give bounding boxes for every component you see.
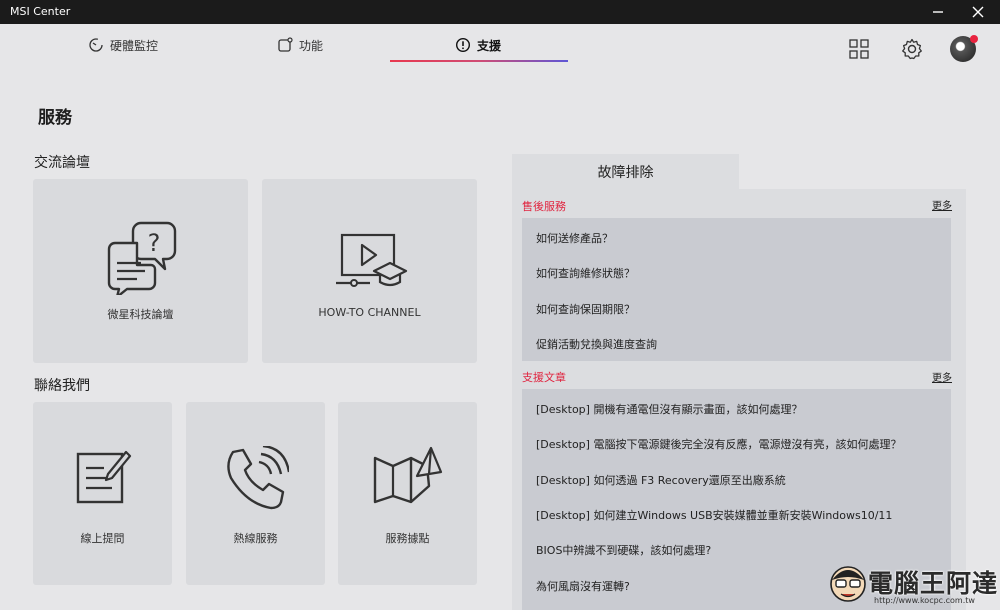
list-item[interactable]: 如何查詢維修狀態？ bbox=[536, 265, 635, 281]
contact-section-label: 聯絡我們 bbox=[34, 378, 90, 394]
gauge-icon bbox=[89, 38, 103, 52]
after-sales-heading: 售後服務 bbox=[522, 200, 566, 213]
watermark: 電腦王阿達 http://www.kocpc.com.tw bbox=[826, 560, 998, 608]
tab-hardware-monitor[interactable]: 硬體監控 bbox=[88, 36, 158, 54]
exclamation-circle-icon bbox=[455, 37, 471, 53]
gear-icon bbox=[902, 38, 922, 60]
hotline-card[interactable]: 熱線服務 bbox=[186, 402, 325, 585]
after-sales-more-link[interactable]: 更多 bbox=[932, 197, 952, 212]
settings-button[interactable] bbox=[899, 36, 925, 62]
tab-label: 硬體監控 bbox=[110, 38, 159, 53]
title-bar: MSI Center bbox=[0, 0, 1000, 24]
page-title: 服務 bbox=[38, 108, 72, 128]
app-title: MSI Center bbox=[10, 5, 71, 18]
list-item[interactable]: 如何送修產品？ bbox=[536, 230, 613, 246]
list-item[interactable]: 為何風扇沒有運轉? bbox=[536, 578, 630, 594]
card-label: HOW-TO CHANNEL bbox=[318, 306, 421, 319]
tab-troubleshoot[interactable]: 故障排除 bbox=[512, 154, 739, 190]
close-icon bbox=[972, 6, 984, 18]
tab-features[interactable]: 功能 bbox=[277, 36, 323, 54]
tab-label: 支援 bbox=[477, 38, 502, 53]
watermark-text: 電腦王阿達 bbox=[868, 569, 999, 598]
support-articles-heading: 支援文章 bbox=[522, 371, 566, 384]
tab-support[interactable]: 支援 bbox=[455, 36, 501, 54]
list-item[interactable]: 促銷活動兌換與進度查詢 bbox=[536, 336, 657, 352]
svg-text:?: ? bbox=[147, 229, 160, 257]
list-item[interactable]: [Desktop] 如何透過 F3 Recovery還原至出廠系統 bbox=[536, 472, 786, 488]
phone-call-icon bbox=[226, 446, 289, 510]
note-pen-icon bbox=[76, 450, 131, 504]
video-tutorial-icon bbox=[335, 233, 407, 287]
active-tab-indicator bbox=[390, 60, 568, 62]
minimize-button[interactable] bbox=[918, 0, 958, 24]
tab-label: 功能 bbox=[299, 38, 324, 53]
feature-icon bbox=[278, 37, 293, 52]
list-item[interactable]: 如何查詢保固期限？ bbox=[536, 301, 635, 317]
after-sales-list: 如何送修產品？ 如何查詢維修狀態？ 如何查詢保固期限？ 促銷活動兌換與進度查詢 bbox=[522, 218, 951, 361]
list-item[interactable]: [Desktop] 開機有通電但沒有顯示畫面，該如何處理？ bbox=[536, 401, 802, 417]
service-locations-card[interactable]: 服務據點 bbox=[338, 402, 477, 585]
map-pin-icon bbox=[373, 446, 442, 504]
online-inquiry-card[interactable]: 線上提問 bbox=[33, 402, 172, 585]
grid-icon bbox=[849, 39, 869, 59]
list-item[interactable]: [Desktop] 電腦按下電源鍵後完全沒有反應，電源燈沒有亮，該如何處理？ bbox=[536, 436, 901, 452]
forum-card[interactable]: ? 微星科技論壇 bbox=[33, 179, 248, 363]
watermark-url: http://www.kocpc.com.tw bbox=[874, 596, 975, 605]
support-articles-more-link[interactable]: 更多 bbox=[932, 369, 952, 384]
card-label: 熱線服務 bbox=[233, 532, 278, 545]
minimize-icon bbox=[933, 11, 943, 13]
mascot-logo-icon bbox=[830, 566, 866, 602]
list-item[interactable]: [Desktop] 如何建立Windows USB安裝媒體並重新安裝Window… bbox=[536, 507, 892, 523]
list-item[interactable]: BIOS中辨識不到硬碟，該如何處理? bbox=[536, 542, 711, 558]
card-label: 線上提問 bbox=[80, 532, 125, 545]
close-button[interactable] bbox=[958, 0, 998, 24]
card-label: 微星科技論壇 bbox=[107, 308, 174, 321]
howto-channel-card[interactable]: HOW-TO CHANNEL bbox=[262, 179, 477, 363]
avatar[interactable] bbox=[950, 35, 978, 62]
forum-section-label: 交流論壇 bbox=[34, 155, 90, 171]
chat-question-icon: ? bbox=[107, 221, 176, 295]
notification-dot bbox=[970, 35, 978, 43]
grid-button[interactable] bbox=[846, 36, 872, 62]
card-label: 服務據點 bbox=[385, 532, 430, 545]
